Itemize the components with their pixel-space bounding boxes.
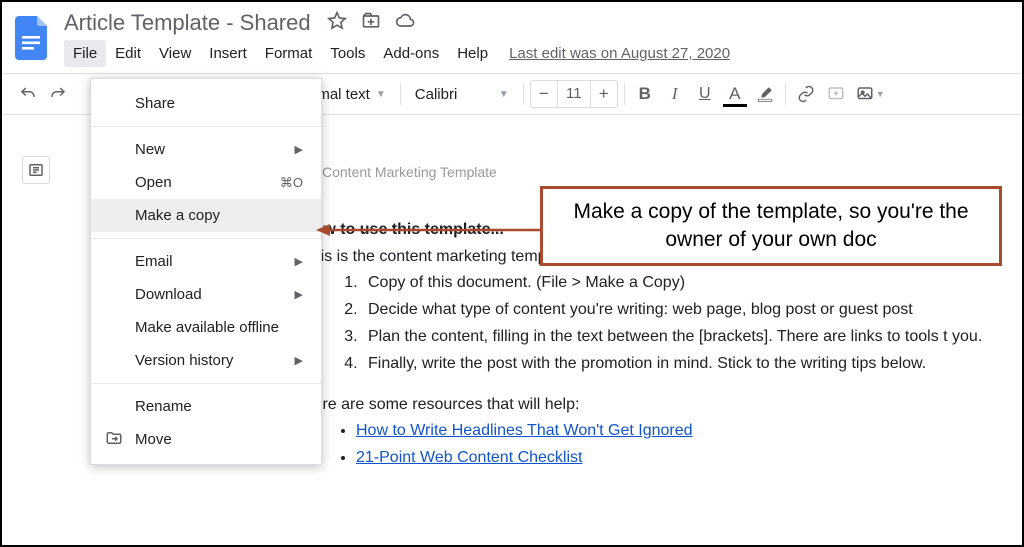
font-size-increase-button[interactable]: + [591, 84, 617, 104]
list-item: How to Write Headlines That Won't Get Ig… [356, 417, 1022, 444]
list-item: 21-Point Web Content Checklist [356, 444, 1022, 471]
list-item: Plan the content, filling in the text be… [362, 323, 1022, 350]
underline-button[interactable]: U [691, 79, 719, 109]
docs-logo-icon[interactable] [14, 14, 50, 62]
menu-help[interactable]: Help [448, 40, 497, 67]
font-family-dropdown[interactable]: Calibri ▼ [407, 79, 517, 109]
menu-addons[interactable]: Add-ons [374, 40, 448, 67]
move-folder-icon [105, 429, 123, 451]
text-color-button[interactable]: A [721, 79, 749, 109]
file-version-history-item[interactable]: Version history▶ [91, 344, 321, 377]
submenu-arrow-icon: ▶ [295, 255, 303, 268]
keyboard-shortcut: ⌘O [280, 175, 303, 191]
file-new-item[interactable]: New▶ [91, 133, 321, 166]
italic-button[interactable]: I [661, 79, 689, 109]
file-download-item[interactable]: Download▶ [91, 278, 321, 311]
chevron-down-icon: ▼ [499, 89, 509, 100]
menu-insert[interactable]: Insert [200, 40, 256, 67]
list-item: Finally, write the post with the promoti… [362, 350, 1022, 377]
redo-button[interactable] [44, 79, 72, 109]
file-email-item[interactable]: Email▶ [91, 245, 321, 278]
resources-intro: Here are some resources that will help: [302, 393, 1022, 416]
file-rename-item[interactable]: Rename [91, 390, 321, 423]
menu-tools[interactable]: Tools [321, 40, 374, 67]
chevron-down-icon: ▼ [376, 89, 386, 100]
move-to-drive-icon[interactable] [361, 11, 381, 36]
annotation-callout: Make a copy of the template, so you're t… [540, 186, 1002, 266]
preliminary-line: Content Marketing Template [302, 162, 1022, 182]
file-open-item[interactable]: Open⌘O [91, 166, 321, 199]
file-move-item[interactable]: Move [91, 423, 321, 456]
menu-file[interactable]: File [64, 40, 106, 67]
submenu-arrow-icon: ▶ [295, 288, 303, 301]
cloud-status-icon[interactable] [395, 11, 415, 36]
list-item: Copy of this document. (File > Make a Co… [362, 269, 1022, 296]
menu-bar: File Edit View Insert Format Tools Add-o… [64, 40, 730, 67]
file-offline-item[interactable]: Make available offline [91, 311, 321, 344]
font-size-value[interactable]: 11 [557, 81, 591, 107]
last-edit-link[interactable]: Last edit was on August 27, 2020 [509, 45, 730, 62]
highlight-color-button[interactable] [751, 79, 779, 109]
file-make-a-copy-item[interactable]: Make a copy [91, 199, 321, 232]
font-family-value: Calibri [415, 86, 458, 103]
undo-button[interactable] [14, 79, 42, 109]
font-size-decrease-button[interactable]: − [531, 84, 557, 104]
star-icon[interactable] [327, 11, 347, 36]
bold-button[interactable]: B [631, 79, 659, 109]
insert-image-button[interactable]: ▼ [852, 79, 889, 109]
resource-link[interactable]: 21-Point Web Content Checklist [356, 449, 582, 466]
file-share-item[interactable]: Share [91, 87, 321, 120]
list-item: Decide what type of content you're writi… [362, 296, 1022, 323]
font-size-control: − 11 + [530, 80, 618, 108]
annotation-arrow-icon [316, 224, 540, 226]
resources-list: How to Write Headlines That Won't Get Ig… [302, 417, 1022, 471]
submenu-arrow-icon: ▶ [295, 354, 303, 367]
resource-link[interactable]: How to Write Headlines That Won't Get Ig… [356, 422, 693, 439]
document-title[interactable]: Article Template - Shared [64, 10, 311, 36]
outline-toggle-button[interactable] [22, 156, 50, 184]
steps-list: Copy of this document. (File > Make a Co… [302, 269, 1022, 378]
file-menu-dropdown: Share New▶ Open⌘O Make a copy Email▶ Dow… [90, 78, 322, 465]
add-comment-button[interactable] [822, 79, 850, 109]
menu-view[interactable]: View [150, 40, 200, 67]
menu-format[interactable]: Format [256, 40, 322, 67]
menu-edit[interactable]: Edit [106, 40, 150, 67]
insert-link-button[interactable] [792, 79, 820, 109]
submenu-arrow-icon: ▶ [295, 143, 303, 156]
